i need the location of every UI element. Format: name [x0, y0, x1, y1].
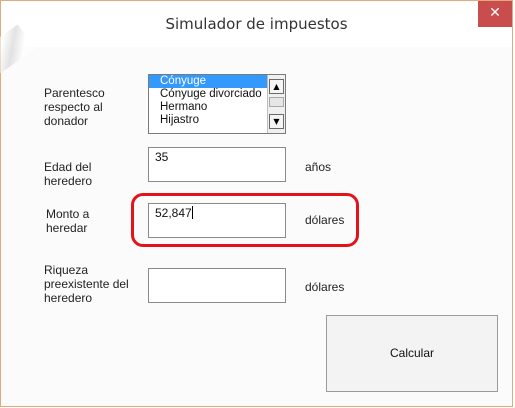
close-button[interactable]: ✕ [478, 1, 512, 27]
relationship-option[interactable]: Cónyuge divorciado [149, 88, 267, 101]
arrow-up-icon[interactable]: ▲ [269, 79, 284, 94]
riqueza-unit: dólares [305, 280, 345, 294]
relationship-listbox[interactable]: Cónyuge Cónyuge divorciado Hermano Hijastro… [148, 74, 286, 134]
relationship-option[interactable]: Cónyuge [149, 75, 267, 88]
relationship-option[interactable]: Hermano [149, 101, 267, 114]
calcular-button[interactable]: Calcular [326, 315, 498, 392]
relationship-options: Cónyuge Cónyuge divorciado Hermano Hijastro [149, 75, 267, 127]
edad-label: Edad del heredero [44, 160, 93, 188]
window-title: Simulador de impuestos [165, 15, 348, 33]
riqueza-input[interactable] [148, 268, 286, 303]
monto-input[interactable]: 52,847 [148, 203, 286, 238]
scroll-thumb[interactable] [269, 97, 284, 107]
relationship-option[interactable]: Hijastro [149, 114, 267, 127]
listbox-scrollbar[interactable]: ▲ ▼ [267, 75, 285, 133]
edad-input[interactable]: 35 [148, 147, 286, 182]
text-caret [191, 206, 193, 219]
monto-label: Monto a heredar [46, 207, 90, 235]
edad-value: 35 [155, 150, 169, 164]
title-bar: Simulador de impuestos ✕ [0, 1, 512, 78]
monto-unit: dólares [305, 213, 345, 227]
arrow-down-icon[interactable]: ▼ [269, 114, 284, 129]
close-icon: ✕ [489, 5, 501, 21]
dialog-window: Simulador de impuestos ✕ Parentesco resp… [0, 0, 513, 407]
monto-value: 52,847 [155, 206, 192, 220]
riqueza-label: Riqueza preexistente del heredero [44, 263, 129, 305]
edad-unit: años [305, 160, 332, 174]
parentesco-label: Parentesco respecto al donador [44, 86, 105, 128]
